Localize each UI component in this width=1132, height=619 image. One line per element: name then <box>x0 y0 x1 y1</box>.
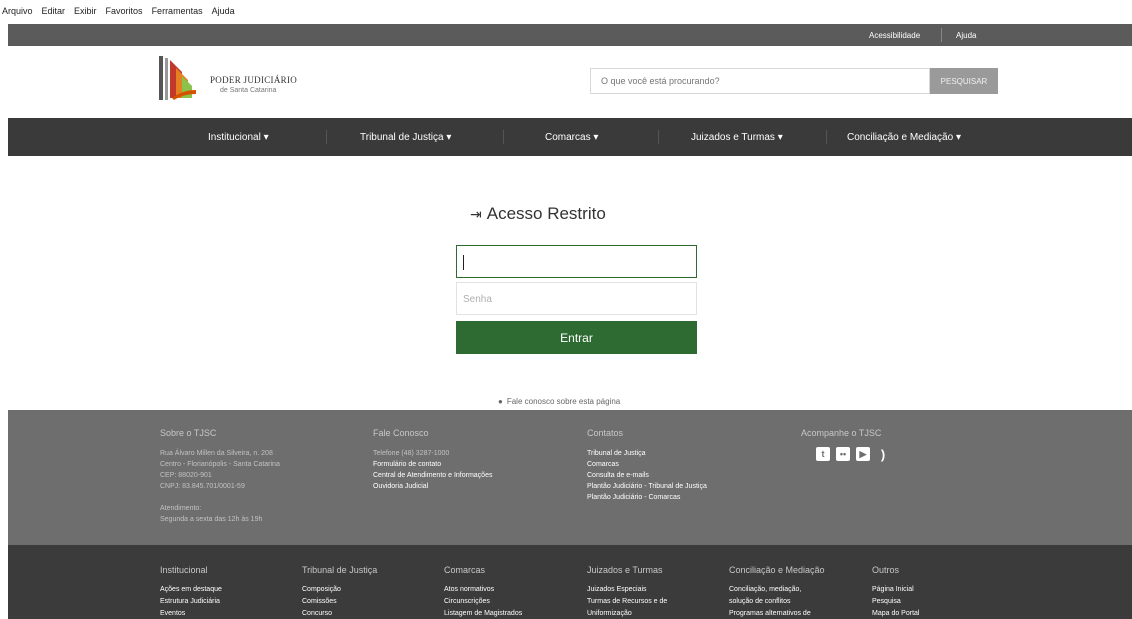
sitemap-link[interactable]: Estrutura Judiciária <box>160 598 220 605</box>
menu-exibir[interactable]: Exibir <box>74 6 97 16</box>
footer-phone: Telefone (48) 3287-1000 <box>373 450 450 457</box>
sitemap-comarcas-title: Comarcas <box>444 565 486 575</box>
footer-hours: Segunda a sexta das 12h às 19h <box>160 516 263 523</box>
sitemap-outros-title: Outros <box>872 565 900 575</box>
password-field[interactable]: Senha <box>456 282 697 315</box>
sitemap-link[interactable]: Atos normativos <box>444 586 494 593</box>
menu-favoritos[interactable]: Favoritos <box>106 6 143 16</box>
utility-bar: Acessibilidade Ajuda <box>8 24 1132 46</box>
sign-in-icon: ⇥ <box>470 205 482 222</box>
login-heading: ⇥ Acesso Restrito <box>470 204 670 224</box>
footer-contacts-comarcas-link[interactable]: Comarcas <box>587 461 619 468</box>
comment-icon: ● <box>498 397 503 406</box>
sitemap-tribunal-title: Tribunal de Justiça <box>302 565 378 575</box>
menu-arquivo[interactable]: Arquivo <box>2 6 33 16</box>
flickr-icon[interactable]: •• <box>836 447 850 461</box>
logo-title[interactable]: PODER JUDICIÁRIO <box>210 75 297 85</box>
sitemap-link[interactable]: Listagem de Magistrados <box>444 610 522 617</box>
logo-subtitle: de Santa Catarina <box>220 87 277 94</box>
footer-address-2: Centro - Florianópolis - Santa Catarina <box>160 461 280 468</box>
menu-ajuda[interactable]: Ajuda <box>212 6 235 16</box>
menu-editar[interactable]: Editar <box>42 6 66 16</box>
footer-contact-form-link[interactable]: Formulário de contato <box>373 461 441 468</box>
footer-social-title: Acompanhe o TJSC <box>801 428 882 438</box>
utility-divider <box>941 28 942 42</box>
nav-juizados[interactable]: Juizados e Turmas ▾ <box>691 132 783 143</box>
footer-contacts-tj-link[interactable]: Tribunal de Justiça <box>587 450 646 457</box>
sitemap-link[interactable]: Eventos <box>160 610 185 617</box>
feedback-text: Fale conosco sobre esta página <box>506 397 621 406</box>
nav-tribunal[interactable]: Tribunal de Justiça ▾ <box>360 132 451 143</box>
sitemap-link[interactable]: Mapa do Portal <box>872 610 919 617</box>
main-nav: Institucional ▾ Tribunal de Justiça ▾ Co… <box>8 118 1132 156</box>
sitemap-link[interactable]: Página Inicial <box>872 586 914 593</box>
footer-cep: CEP: 88020-901 <box>160 472 212 479</box>
search-input[interactable] <box>590 68 930 94</box>
sitemap-institucional-title: Institucional <box>160 565 208 575</box>
footer-address-1: Rua Álvaro Millen da Silveira, n. 208 <box>160 450 273 457</box>
footer-email-lookup-link[interactable]: Consulta de e-mails <box>587 472 649 479</box>
sitemap-link[interactable]: Ações em destaque <box>160 586 222 593</box>
sitemap-link[interactable]: Pesquisa <box>872 598 901 605</box>
nav-divider <box>503 130 504 144</box>
nav-divider <box>826 130 827 144</box>
footer-contact-title: Fale Conosco <box>373 428 429 438</box>
feedback-link[interactable]: ● Fale conosco sobre esta página <box>498 397 620 406</box>
sitemap-link[interactable]: Circunscrições <box>444 598 490 605</box>
username-field[interactable] <box>456 245 697 278</box>
sitemap-link[interactable]: Comissões <box>302 598 337 605</box>
footer-plantao-comarcas-link[interactable]: Plantão Judiciário - Comarcas <box>587 494 680 501</box>
sitemap-link[interactable]: Uniformização <box>587 610 632 617</box>
sitemap-link[interactable]: Composição <box>302 586 341 593</box>
footer-contacts-title: Contatos <box>587 428 624 438</box>
youtube-icon[interactable]: ▶ <box>856 447 870 461</box>
menu-ferramentas[interactable]: Ferramentas <box>152 6 203 16</box>
sitemap-link[interactable]: solução de conflitos <box>729 598 790 605</box>
sitemap-link[interactable]: Juizados Especiais <box>587 586 647 593</box>
twitter-icon[interactable]: t <box>816 447 830 461</box>
footer-ombudsman-link[interactable]: Ouvidoria Judicial <box>373 483 428 490</box>
text-cursor <box>463 255 464 270</box>
logo-emblem-icon[interactable] <box>158 54 198 102</box>
accessibility-link[interactable]: Acessibilidade <box>869 31 920 40</box>
search-button[interactable]: PESQUISAR <box>930 68 998 94</box>
footer-hours-label: Atendimento: <box>160 505 202 512</box>
footer-service-center-link[interactable]: Central de Atendimento e Informações <box>373 472 492 479</box>
nav-divider <box>326 130 327 144</box>
footer-about-title: Sobre o TJSC <box>160 428 217 438</box>
rss-icon[interactable]: ) <box>876 447 890 462</box>
nav-conciliacao[interactable]: Conciliação e Mediação ▾ <box>847 132 961 143</box>
nav-institucional[interactable]: Institucional ▾ <box>208 132 269 143</box>
login-submit-button[interactable]: Entrar <box>456 321 697 354</box>
sitemap-link[interactable]: Turmas de Recursos e de <box>587 598 667 605</box>
footer-sitemap <box>8 545 1132 619</box>
footer-cnpj: CNPJ: 83.845.701/0001-59 <box>160 483 245 490</box>
login-title-text: Acesso Restrito <box>486 204 606 223</box>
sitemap-conciliacao-title: Conciliação e Mediação <box>729 565 825 575</box>
sitemap-link[interactable]: Programas alternativos de <box>729 610 811 617</box>
site-header: PODER JUDICIÁRIO de Santa Catarina PESQU… <box>8 46 1132 118</box>
browser-menubar: Arquivo Editar Exibir Favoritos Ferramen… <box>0 0 1132 24</box>
sitemap-link[interactable]: Conciliação, mediação, <box>729 586 801 593</box>
footer-plantao-tj-link[interactable]: Plantão Judiciário - Tribunal de Justiça <box>587 483 707 490</box>
nav-divider <box>658 130 659 144</box>
sitemap-link[interactable]: Concurso <box>302 610 332 617</box>
nav-comarcas[interactable]: Comarcas ▾ <box>545 132 598 143</box>
sitemap-juizados-title: Juizados e Turmas <box>587 565 663 575</box>
help-link[interactable]: Ajuda <box>956 31 976 40</box>
